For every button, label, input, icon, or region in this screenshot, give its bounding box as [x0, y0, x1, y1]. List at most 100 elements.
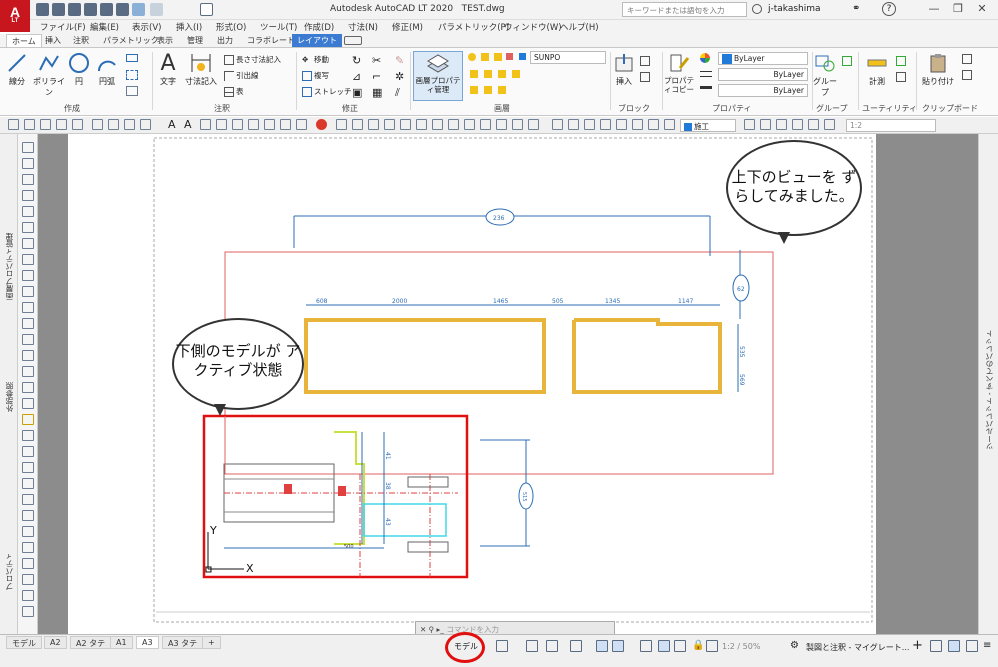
draw-tool-icon[interactable]: [22, 366, 34, 377]
lineweight-toggle-icon[interactable]: [596, 640, 608, 652]
draw-tool-icon[interactable]: [22, 414, 34, 425]
dim-tool-icon[interactable]: [552, 119, 563, 130]
tab-a2-tate[interactable]: A2 タテ: [70, 636, 112, 649]
circle-button[interactable]: 円: [68, 52, 90, 87]
menu-insert[interactable]: 挿入(I): [176, 21, 202, 33]
dim-tool-icon[interactable]: [336, 119, 347, 130]
menu-format[interactable]: 形式(O): [216, 21, 246, 33]
add-layout-button[interactable]: +: [202, 636, 221, 649]
menu-help[interactable]: ヘルプ(H): [560, 21, 599, 33]
draw-tool-icon[interactable]: [22, 318, 34, 329]
tool-icon[interactable]: [296, 119, 307, 130]
draw-tool-icon[interactable]: [22, 510, 34, 521]
tool-icon[interactable]: [280, 119, 291, 130]
draw-tool-icon[interactable]: [22, 478, 34, 489]
layer-tool-icon[interactable]: [484, 86, 492, 94]
auto-scale-icon[interactable]: [674, 640, 686, 652]
dim-tool-icon[interactable]: [584, 119, 595, 130]
draw-tool-icon[interactable]: [22, 446, 34, 457]
tab-a2[interactable]: A2: [44, 636, 67, 649]
tab-layout[interactable]: レイアウト: [292, 34, 342, 47]
dim-tool-icon[interactable]: [648, 119, 659, 130]
draw-tool-icon[interactable]: [22, 574, 34, 585]
region-icon[interactable]: [126, 86, 138, 96]
tab-annotate[interactable]: 注釈: [68, 34, 94, 47]
tool-icon[interactable]: [216, 119, 227, 130]
menu-draw[interactable]: 作成(D): [304, 21, 334, 33]
menu-file[interactable]: ファイル(F): [40, 21, 86, 33]
tool-icon[interactable]: [200, 119, 211, 130]
menu-modify[interactable]: 修正(M): [392, 21, 423, 33]
redo-icon[interactable]: [150, 3, 163, 16]
grid-icon[interactable]: [496, 640, 508, 652]
customize-menu-icon[interactable]: ≡: [983, 640, 991, 651]
draw-tool-icon[interactable]: [22, 398, 34, 409]
measure-button[interactable]: 計測: [864, 52, 890, 87]
layer-lock-icon[interactable]: [494, 53, 502, 61]
draw-tool-icon[interactable]: [22, 590, 34, 601]
layer-tool-icon[interactable]: [498, 86, 506, 94]
arc-button[interactable]: 円弧: [94, 52, 120, 87]
annotation-visibility-icon[interactable]: [658, 640, 670, 652]
match-properties-button[interactable]: プロパティコピー: [664, 52, 694, 94]
menu-tools[interactable]: ツール(T): [260, 21, 297, 33]
layer-palette-tab[interactable]: 画層プロパティ管理: [4, 180, 15, 301]
xref-palette-tab[interactable]: 外部参照: [4, 352, 15, 412]
undo-icon[interactable]: [132, 3, 145, 16]
annotation-scale-icon[interactable]: [706, 640, 718, 652]
paste-button[interactable]: 貼り付け: [920, 52, 956, 87]
dim-tool-icon[interactable]: [568, 119, 579, 130]
block-edit-icon[interactable]: [640, 72, 650, 82]
stretch-button[interactable]: ストレッチ: [302, 86, 352, 97]
plot-icon[interactable]: [116, 3, 129, 16]
draw-tool-icon[interactable]: [22, 302, 34, 313]
array-icon[interactable]: ▦: [372, 86, 382, 99]
linear-dim-button[interactable]: 長さ寸法記入: [224, 54, 281, 65]
lower-viewport-active[interactable]: [202, 414, 469, 579]
menu-edit[interactable]: 編集(E): [90, 21, 119, 33]
close-icon[interactable]: ✕: [972, 2, 992, 18]
dim-tool-icon[interactable]: [464, 119, 475, 130]
isolate-icon[interactable]: [930, 640, 942, 652]
dim-tool-icon[interactable]: [496, 119, 507, 130]
tab-a1[interactable]: A1: [110, 636, 133, 649]
view-tool-icon[interactable]: [824, 119, 835, 130]
dimension-button[interactable]: 寸法記入: [184, 52, 218, 87]
menu-view[interactable]: 表示(V): [132, 21, 161, 33]
save-as-icon[interactable]: [84, 3, 97, 16]
copy-button[interactable]: 複写: [302, 70, 329, 81]
rotate-icon[interactable]: ↻: [352, 54, 361, 67]
polar-icon[interactable]: [546, 640, 558, 652]
dimstyle-dropdown[interactable]: 施工: [680, 119, 736, 132]
scale-icon[interactable]: ▣: [352, 86, 362, 99]
dim-tool-icon[interactable]: [480, 119, 491, 130]
layer-freeze-icon[interactable]: [481, 53, 489, 61]
tab-insert[interactable]: 挿入: [40, 34, 66, 47]
draw-tool-icon[interactable]: [22, 462, 34, 473]
dim-tool-icon[interactable]: [416, 119, 427, 130]
fullscreen-icon[interactable]: [966, 640, 978, 652]
draw-tool-icon[interactable]: [22, 526, 34, 537]
dim-tool-icon[interactable]: [432, 119, 443, 130]
text-style-icon[interactable]: A: [168, 118, 176, 131]
dim-tool-icon[interactable]: [384, 119, 395, 130]
line-button[interactable]: 線分: [4, 52, 30, 87]
draw-tool-icon[interactable]: [22, 334, 34, 345]
tool-icon[interactable]: [108, 119, 119, 130]
web-icon[interactable]: [100, 3, 113, 16]
tool-icon[interactable]: [8, 119, 19, 130]
tool-icon[interactable]: [264, 119, 275, 130]
polyline-button[interactable]: ポリライン: [32, 52, 66, 98]
layer-on-icon[interactable]: [468, 53, 476, 61]
transparency-icon[interactable]: [612, 640, 624, 652]
exchange-icon[interactable]: ⚭: [852, 3, 860, 14]
tool-icon[interactable]: [56, 119, 67, 130]
command-close-icon[interactable]: ✕ ⚲ ▸_: [420, 625, 444, 634]
tool-icon[interactable]: [140, 119, 151, 130]
new-icon[interactable]: [36, 3, 49, 16]
ungroup-icon[interactable]: [842, 56, 852, 66]
binoculars-icon[interactable]: [752, 4, 762, 14]
draw-tool-icon[interactable]: [22, 174, 34, 185]
search-input[interactable]: キーワードまたは語句を入力: [622, 2, 747, 17]
layer-tool-icon[interactable]: [470, 86, 478, 94]
